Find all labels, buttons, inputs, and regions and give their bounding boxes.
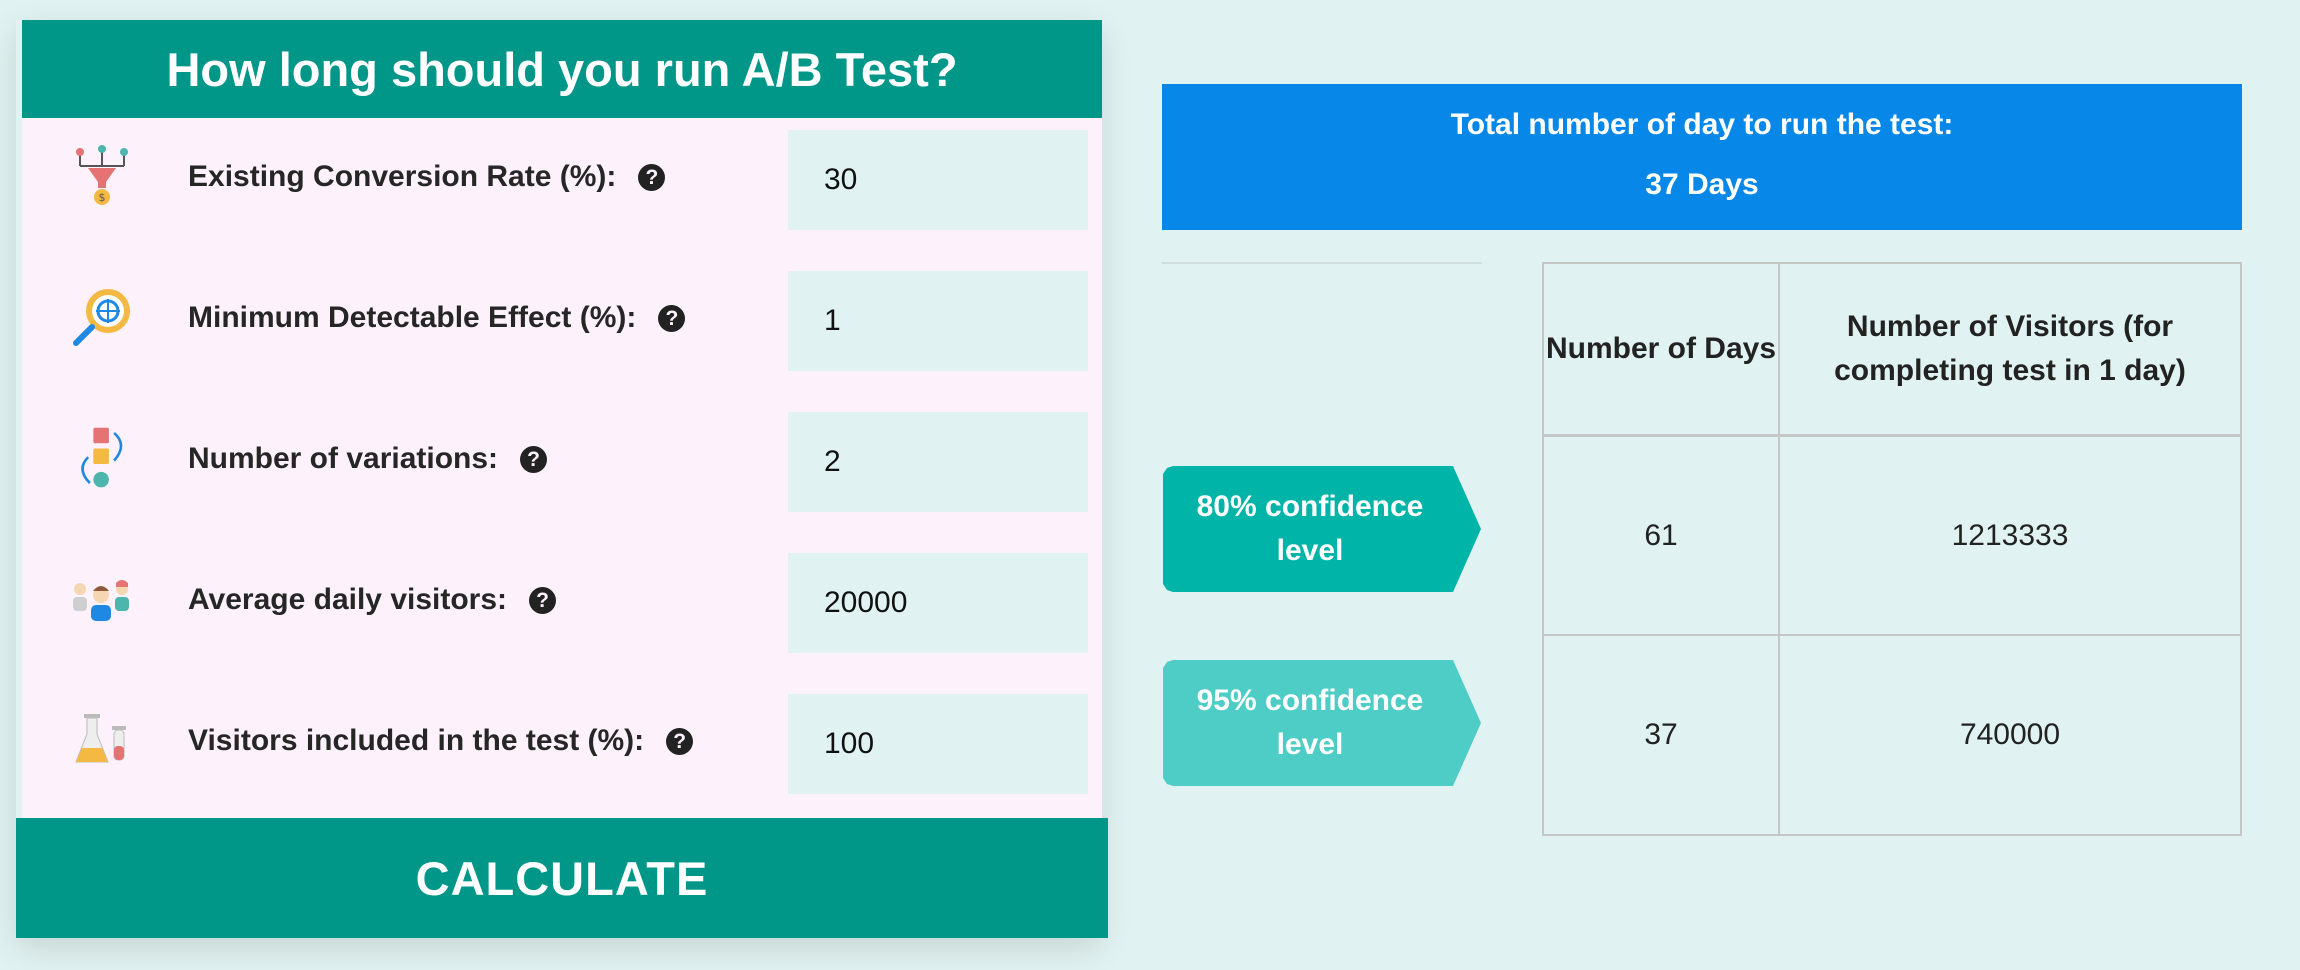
result-days-value: 37 Days [1645, 168, 1759, 201]
variations-input[interactable] [788, 412, 1088, 512]
calculator-form: $ Existing Conversion Rate (%): ? 30 Min… [22, 118, 1102, 838]
minimum-effect-label: Minimum Detectable Effect (%): [188, 301, 637, 334]
daily-visitors-label: Average daily visitors: [188, 583, 508, 616]
help-icon[interactable]: ? [658, 304, 686, 332]
lab-flask-icon [70, 708, 134, 772]
table-cell-days-95: 37 [1644, 718, 1678, 751]
field-row-conversion-rate: $ Existing Conversion Rate (%): ? [22, 130, 1102, 230]
confidence-badge-80: 80% confidence level [1163, 466, 1481, 592]
results-table: Number of Days Number of Visitors (for c… [1542, 262, 2242, 836]
minimum-effect-input[interactable] [788, 271, 1088, 371]
table-header-visitors: Number of Visitors (for completing test … [1834, 310, 2186, 387]
people-visitors-icon [70, 567, 134, 631]
field-row-variations: Number of variations: ? [22, 412, 1102, 512]
calculate-button[interactable]: CALCULATE [16, 818, 1108, 938]
daily-visitors-input[interactable] [788, 553, 1088, 653]
ab-test-calculator-card: How long should you run A/B Test? $ Exis… [16, 20, 1108, 938]
help-icon[interactable]: ? [638, 163, 666, 191]
table-cell-days-80: 61 [1644, 518, 1678, 552]
table-cell-visitors-95: 740000 [1959, 718, 2061, 751]
field-row-visitors-included: Visitors included in the test (%): ? [22, 694, 1102, 794]
table-header-days: Number of Days [1545, 332, 1777, 365]
help-icon[interactable]: ? [520, 445, 548, 473]
calculator-title: How long should you run A/B Test? [22, 20, 1102, 118]
table-cell-visitors-80: 1213333 [1951, 518, 2069, 552]
magnifier-target-icon [70, 285, 134, 349]
help-icon[interactable]: ? [529, 586, 557, 614]
funnel-conversion-icon: $ [70, 144, 134, 208]
visitors-included-label: Visitors included in the test (%): [188, 724, 645, 757]
result-title: Total number of day to run the test: [1450, 108, 1954, 141]
conversion-rate-input[interactable] [788, 130, 1088, 230]
confidence-badge-95: 95% confidence level [1163, 660, 1481, 786]
divider [1162, 262, 1482, 264]
result-summary: Total number of day to run the test: 37 … [1162, 84, 2242, 230]
help-icon[interactable]: ? [666, 727, 694, 755]
shapes-variations-icon [70, 426, 134, 490]
visitors-included-input[interactable] [788, 694, 1088, 794]
svg-text:$: $ [99, 191, 106, 204]
conversion-rate-label: Existing Conversion Rate (%): [188, 160, 617, 193]
field-row-daily-visitors: Average daily visitors: ? [22, 553, 1102, 653]
field-row-minimum-effect: Minimum Detectable Effect (%): ? [22, 271, 1102, 371]
variations-label: Number of variations: [188, 442, 499, 475]
